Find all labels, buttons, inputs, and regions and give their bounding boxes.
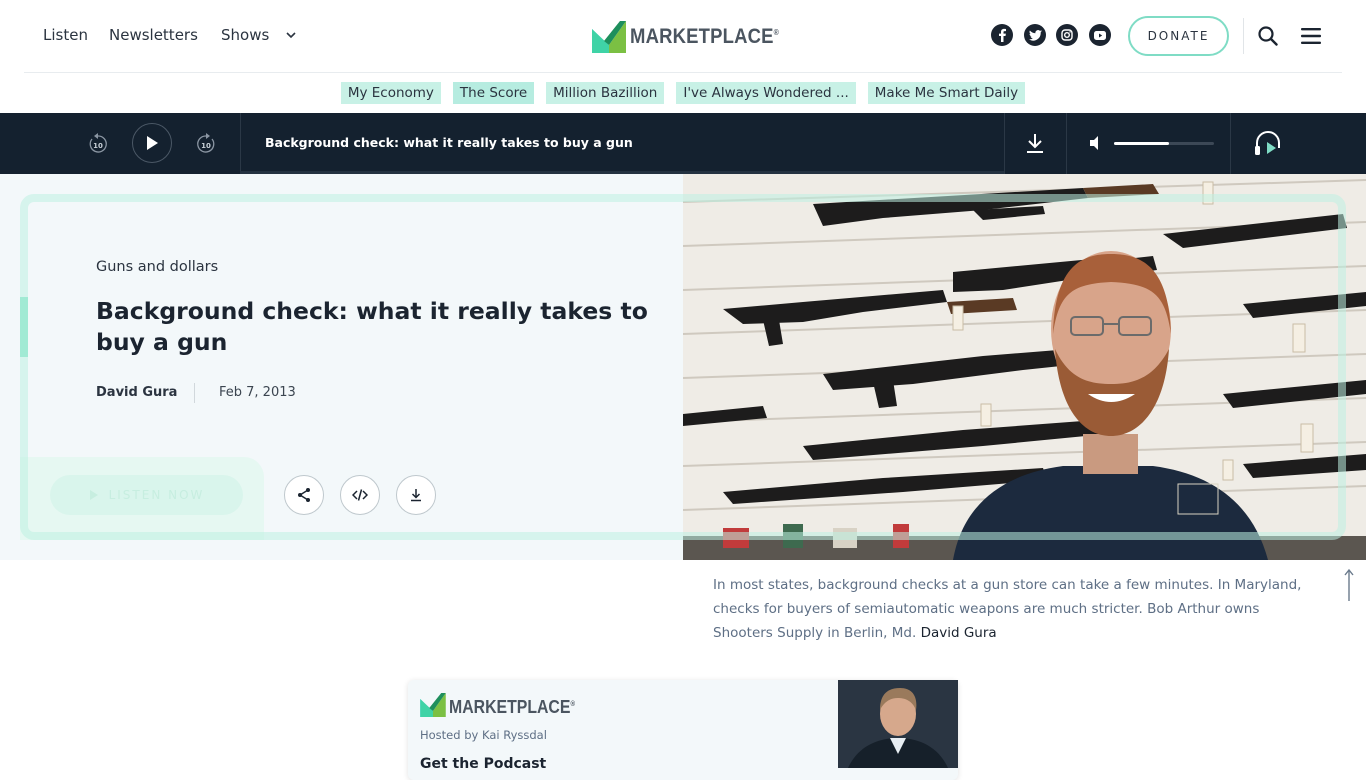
code-icon [352, 489, 368, 501]
get-podcast-link[interactable]: Get the Podcast [420, 756, 546, 772]
article-date: Feb 7, 2013 [219, 385, 296, 400]
play-icon [147, 136, 158, 150]
skip-back-label: 10 [93, 142, 103, 150]
nav-newsletters[interactable]: Newsletters [109, 26, 198, 44]
share-icon [298, 488, 310, 502]
header-divider [1243, 18, 1244, 54]
download-icon[interactable] [1024, 132, 1046, 154]
listen-now-button[interactable]: LISTEN NOW [50, 475, 243, 515]
play-icon [89, 490, 98, 500]
promo-logo-text: MARKETPLACE® [449, 697, 575, 717]
menu-icon[interactable] [1299, 24, 1323, 48]
caption-text: In most states, background checks at a g… [713, 577, 1302, 641]
nav-shows[interactable]: Shows [221, 26, 269, 44]
article-kicker[interactable]: Guns and dollars [96, 259, 218, 275]
volume-level [1114, 142, 1169, 145]
player-divider [1066, 113, 1067, 174]
article-photo [683, 174, 1366, 560]
host-photo [838, 680, 958, 768]
facebook-icon[interactable] [991, 24, 1013, 46]
nav-listen[interactable]: Listen [43, 26, 88, 44]
youtube-icon[interactable] [1089, 24, 1111, 46]
skip-back-icon[interactable]: 10 [86, 133, 110, 155]
embed-button[interactable] [340, 475, 380, 515]
article-author[interactable]: David Gura [96, 385, 177, 400]
player-title: Background check: what it really takes t… [265, 135, 633, 150]
topic-the-score[interactable]: The Score [452, 82, 535, 104]
header-rule [24, 72, 1342, 73]
topic-make-me-smart-daily[interactable]: Make Me Smart Daily [867, 82, 1026, 104]
topic-my-economy[interactable]: My Economy [340, 82, 441, 104]
topic-ive-always-wondered[interactable]: I've Always Wondered ... [676, 82, 856, 104]
host-portrait [838, 680, 958, 768]
arrow-up-icon [1344, 568, 1354, 601]
site-header: Listen Newsletters Shows MARKETPLACE® DO… [0, 0, 1366, 72]
search-icon[interactable] [1256, 24, 1280, 48]
play-button[interactable] [132, 123, 172, 163]
volume-icon[interactable] [1088, 135, 1102, 151]
marketplace-logo-icon [592, 21, 626, 53]
player-divider [240, 113, 241, 174]
listen-headphones-icon[interactable] [1254, 130, 1284, 158]
logo-text: MARKETPLACE® [630, 25, 779, 48]
volume-slider[interactable] [1114, 142, 1214, 145]
skip-forward-icon[interactable]: 10 [194, 133, 218, 155]
marketplace-logo[interactable]: MARKETPLACE® [592, 20, 799, 54]
player-divider [1004, 113, 1005, 174]
hero-accent-bar [20, 297, 28, 357]
skip-forward-label: 10 [201, 142, 211, 150]
gun-store-photo [683, 174, 1366, 560]
twitter-icon[interactable] [1024, 24, 1046, 46]
listen-now-label: LISTEN NOW [108, 488, 205, 502]
topic-nav: My Economy The Score Million Bazillion I… [0, 82, 1366, 104]
donate-button[interactable]: DONATE [1128, 16, 1229, 56]
photo-credit: David Gura [920, 625, 997, 641]
download-icon [411, 489, 421, 502]
download-episode-button[interactable] [396, 475, 436, 515]
byline-divider [194, 383, 195, 403]
article-headline: Background check: what it really takes t… [96, 297, 648, 356]
chevron-down-icon[interactable] [284, 28, 298, 42]
marketplace-logo-icon [420, 693, 446, 717]
promo-host: Hosted by Kai Ryssdal [420, 728, 547, 742]
share-button[interactable] [284, 475, 324, 515]
player-divider [1230, 113, 1231, 174]
photo-caption: In most states, background checks at a g… [713, 573, 1323, 645]
topic-million-bazillion[interactable]: Million Bazillion [546, 82, 665, 104]
instagram-icon[interactable] [1056, 24, 1078, 46]
